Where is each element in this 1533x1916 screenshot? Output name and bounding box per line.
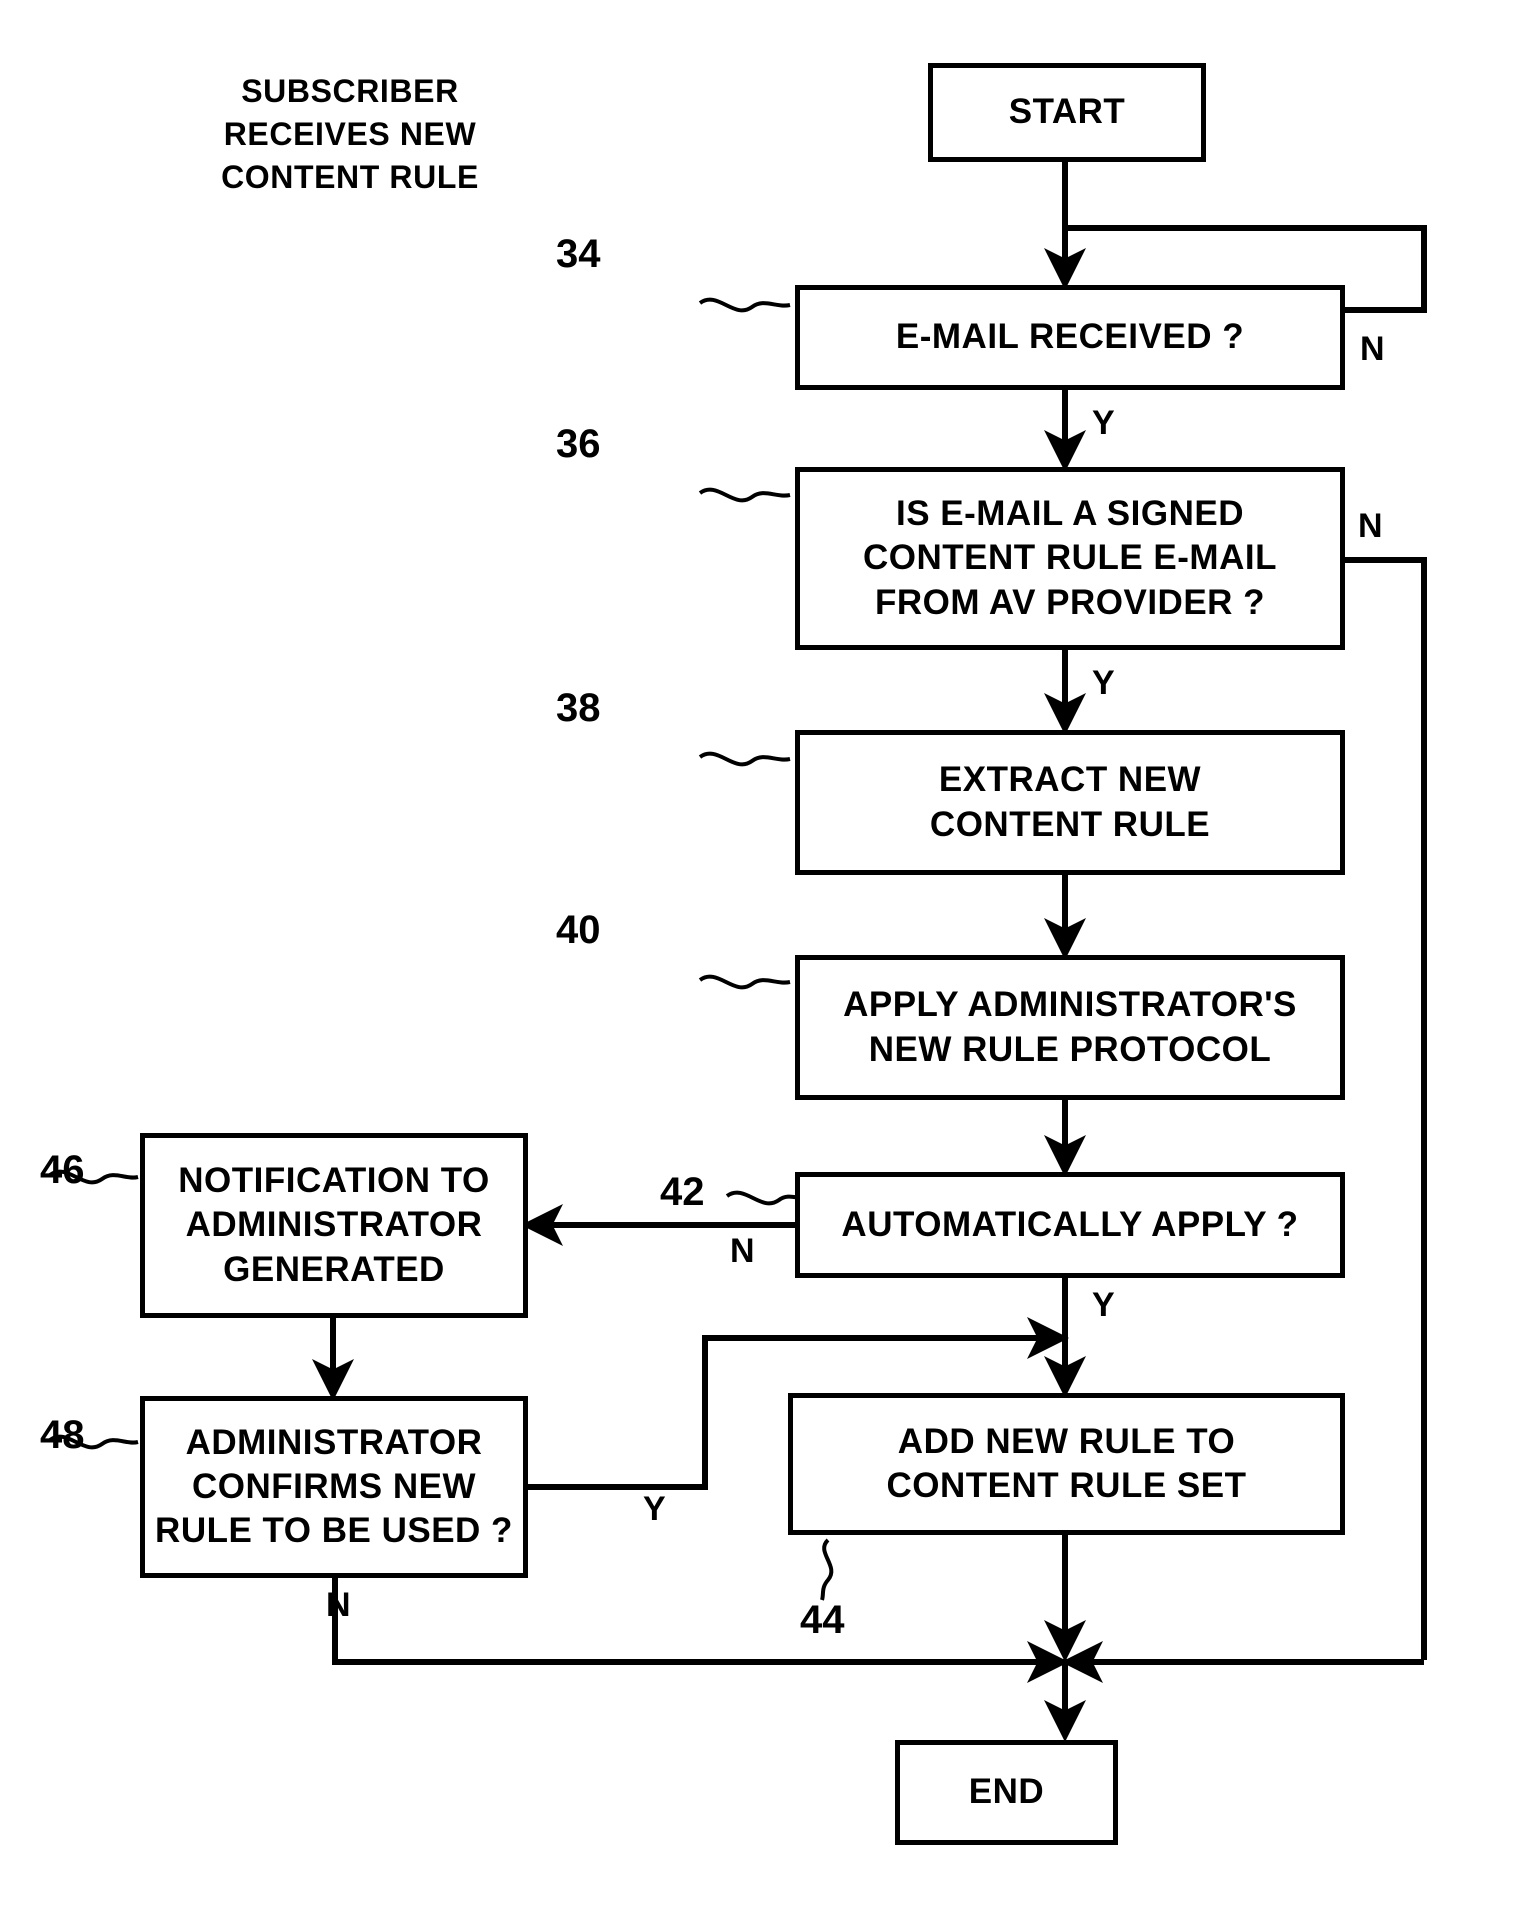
branch-label-34-no: N [1360, 330, 1385, 368]
node-48-line-1: ADMINISTRATOR [185, 1422, 483, 1462]
edge-48-no-to-merge [332, 1578, 1424, 1665]
leader-44 [820, 1538, 834, 1601]
flowchart-page: SUBSCRIBER RECEIVES NEW CONTENT RULE STA… [0, 0, 1533, 1916]
ref-label-40: 40 [556, 908, 601, 952]
node-automatically-apply[interactable]: AUTOMATICALLY APPLY ? [795, 1172, 1345, 1278]
branch-label-42-no: N [730, 1232, 755, 1270]
node-46-line-3: GENERATED [223, 1249, 445, 1289]
ref-label-38: 38 [556, 686, 601, 730]
node-34-line-1: E-MAIL RECEIVED ? [895, 317, 1245, 357]
node-38-line-2: CONTENT RULE [929, 804, 1211, 844]
diagram-title-line-2: RECEIVES NEW [223, 116, 477, 153]
branch-label-36-yes: Y [1092, 664, 1115, 702]
leader-36 [698, 487, 791, 503]
leader-38 [698, 751, 791, 767]
node-46-line-2: ADMINISTRATOR [185, 1205, 483, 1245]
node-42-line-1: AUTOMATICALLY APPLY ? [841, 1204, 1299, 1244]
leader-34 [698, 297, 791, 313]
node-start[interactable]: START [928, 63, 1206, 162]
ref-label-48: 48 [40, 1413, 85, 1457]
diagram-title-line-3: CONTENT RULE [221, 159, 479, 196]
ref-label-34: 34 [556, 232, 601, 276]
diagram-title-line-1: SUBSCRIBER [241, 73, 459, 109]
node-44-line-2: CONTENT RULE SET [886, 1466, 1247, 1505]
node-44-line-1: ADD NEW RULE TO [897, 1421, 1236, 1461]
node-end[interactable]: END [895, 1740, 1118, 1845]
branch-label-36-no: N [1358, 507, 1383, 545]
leader-40 [698, 974, 791, 990]
branch-label-42-yes: Y [1092, 1286, 1115, 1324]
diagram-title: SUBSCRIBER RECEIVES NEW CONTENT RULE [160, 70, 540, 200]
node-46-line-1: NOTIFICATION TO [178, 1161, 490, 1201]
node-add-new-rule-to-content-rule-set[interactable]: ADD NEW RULE TO CONTENT RULE SET [788, 1393, 1345, 1535]
node-36-line-2: CONTENT RULE E-MAIL [863, 538, 1277, 578]
node-36-line-1: IS E-MAIL A SIGNED [895, 494, 1244, 534]
ref-label-44: 44 [800, 1598, 845, 1642]
node-36-line-3: FROM AV PROVIDER ? [874, 582, 1266, 622]
node-is-signed-content-rule-email[interactable]: IS E-MAIL A SIGNED CONTENT RULE E-MAIL F… [795, 467, 1345, 650]
branch-label-34-yes: Y [1092, 404, 1115, 442]
node-notification-to-administrator[interactable]: NOTIFICATION TO ADMINISTRATOR GENERATED [140, 1133, 528, 1318]
branch-label-48-no: N [326, 1586, 351, 1624]
node-40-line-1: APPLY ADMINISTRATOR'S [843, 985, 1297, 1025]
node-extract-new-content-rule[interactable]: EXTRACT NEW CONTENT RULE [795, 730, 1345, 875]
ref-label-36: 36 [556, 422, 601, 466]
branch-label-48-yes: Y [643, 1490, 666, 1528]
node-email-received[interactable]: E-MAIL RECEIVED ? [795, 285, 1345, 390]
node-apply-admin-new-rule-protocol[interactable]: APPLY ADMINISTRATOR'S NEW RULE PROTOCOL [795, 955, 1345, 1100]
edge-36-no [1345, 557, 1427, 1660]
ref-label-42: 42 [660, 1170, 705, 1214]
node-48-line-2: CONFIRMS NEW [191, 1466, 477, 1506]
node-start-label: START [1008, 92, 1126, 132]
node-end-label: END [968, 1772, 1045, 1812]
node-48-line-3: RULE TO BE USED ? [155, 1511, 513, 1551]
node-administrator-confirms-new-rule[interactable]: ADMINISTRATOR CONFIRMS NEW RULE TO BE US… [140, 1396, 528, 1578]
node-38-line-1: EXTRACT NEW [938, 760, 1202, 800]
node-40-line-2: NEW RULE PROTOCOL [868, 1029, 1272, 1069]
ref-label-46: 46 [40, 1148, 85, 1192]
